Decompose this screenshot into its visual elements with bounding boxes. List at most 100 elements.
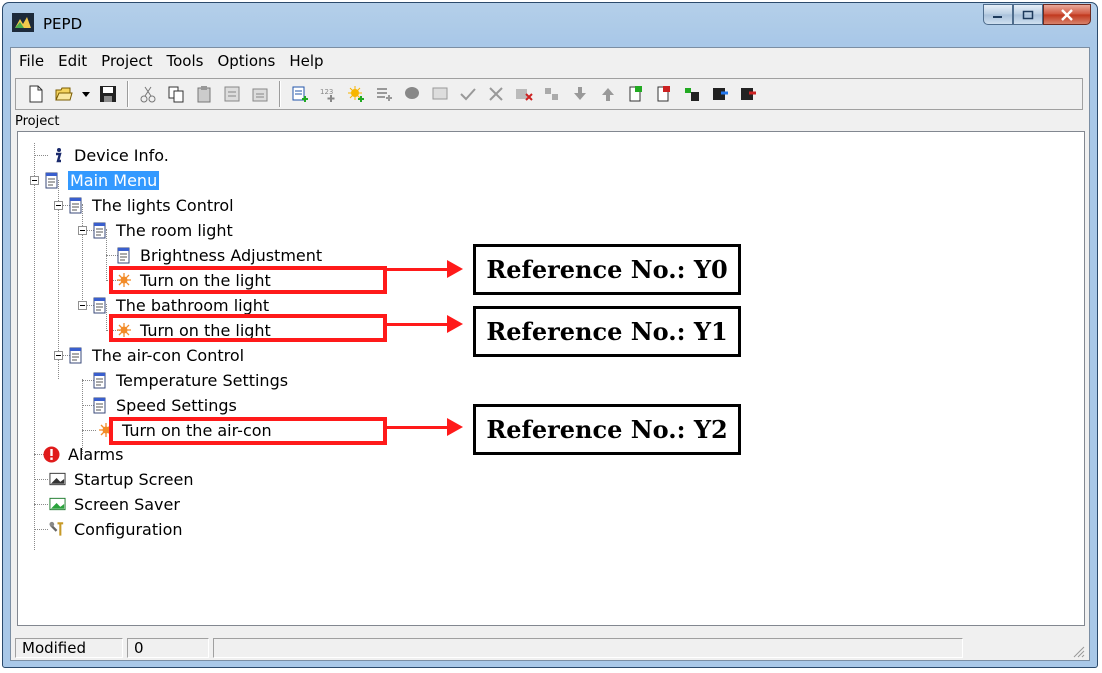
tree-item-alarms[interactable]: Alarms — [43, 443, 123, 465]
tree-item-label: Startup Screen — [74, 469, 194, 489]
startup-screen-icon — [49, 471, 66, 488]
status-value: 0 — [127, 638, 209, 658]
tree-item-label: Device Info. — [74, 145, 169, 165]
arrow-y1 — [387, 315, 463, 333]
open-dropdown[interactable] — [80, 82, 92, 106]
reference-label-y2: Reference No.: Y2 — [473, 404, 741, 455]
copy-button[interactable] — [164, 82, 188, 106]
menu-page-icon — [91, 222, 108, 239]
toolbar: 123 — [15, 78, 1083, 110]
tree-item-room-light[interactable]: The room light — [91, 219, 233, 241]
app-icon — [12, 13, 34, 32]
arrow-down-icon — [574, 87, 586, 100]
menu-page-icon — [91, 297, 108, 314]
tree-item-speed-settings[interactable]: Speed Settings — [91, 394, 237, 416]
tree-connector — [34, 479, 48, 480]
export-button[interactable] — [624, 82, 648, 106]
menu-help[interactable]: Help — [282, 48, 330, 74]
move-icon — [545, 88, 558, 100]
add-menu-button[interactable] — [288, 82, 312, 106]
tools-icon — [49, 521, 66, 538]
read-button[interactable] — [708, 82, 732, 106]
svg-text:123: 123 — [320, 88, 333, 96]
status-state: Modified — [15, 638, 123, 658]
tree-item-label: Screen Saver — [74, 494, 180, 514]
download-icon — [685, 88, 699, 101]
open-button[interactable] — [52, 82, 76, 106]
tree-item-label: Alarms — [68, 444, 124, 464]
add-alarm-button[interactable] — [400, 82, 424, 106]
add-value-button[interactable]: 123 — [316, 82, 340, 106]
tree-item-label: Configuration — [74, 519, 183, 539]
menu-page-icon — [91, 397, 108, 414]
maximize-button[interactable] — [1013, 4, 1043, 25]
move-down-button[interactable] — [568, 82, 592, 106]
save-icon — [100, 86, 116, 102]
move-button[interactable] — [540, 82, 564, 106]
tree-item-screen-saver[interactable]: Screen Saver — [49, 493, 180, 515]
cut-button[interactable] — [136, 82, 160, 106]
close-button[interactable] — [1043, 4, 1091, 25]
resize-grip-icon[interactable] — [1071, 644, 1085, 658]
menu-file[interactable]: File — [11, 48, 51, 74]
project-tree[interactable]: Device Info. Main Menu The lights Contro… — [17, 131, 1085, 626]
move-up-button[interactable] — [596, 82, 620, 106]
tree-item-brightness-adjustment[interactable]: Brightness Adjustment — [115, 244, 322, 266]
arrow-y2 — [387, 418, 463, 436]
menu-page-icon — [67, 197, 84, 214]
window-title: PEPD — [43, 15, 83, 33]
import-button[interactable] — [652, 82, 676, 106]
collapse-toggle-bathroom-light[interactable] — [78, 301, 87, 310]
copy-icon — [168, 86, 184, 103]
collapse-toggle-aircon-control[interactable] — [54, 351, 63, 360]
open-folder-icon — [55, 87, 73, 101]
add-screen-button[interactable] — [428, 82, 452, 106]
tree-item-configuration[interactable]: Configuration — [49, 518, 183, 540]
write-button[interactable] — [736, 82, 760, 106]
delete-icon — [516, 89, 533, 101]
download-button[interactable] — [680, 82, 704, 106]
tree-item-aircon-control[interactable]: The air-con Control — [67, 344, 244, 366]
tree-item-label: Main Menu — [68, 170, 160, 190]
toolbar-separator — [127, 81, 129, 107]
menu-edit[interactable]: Edit — [51, 48, 94, 74]
tree-connector — [34, 529, 48, 530]
collapse-toggle-main-menu[interactable] — [30, 176, 39, 185]
tree-item-bathroom-light[interactable]: The bathroom light — [91, 294, 269, 316]
save-button[interactable] — [96, 82, 120, 106]
minimize-button[interactable] — [983, 4, 1013, 25]
tree-item-label: The room light — [116, 220, 233, 240]
menu-bar: File Edit Project Tools Options Help — [11, 48, 1089, 74]
title-bar[interactable]: PEPD — [3, 3, 1097, 47]
add-list-button[interactable] — [372, 82, 396, 106]
paste-button[interactable] — [192, 82, 216, 106]
add-value-icon: 123 — [320, 88, 335, 102]
collapse-toggle-room-light[interactable] — [78, 226, 87, 235]
tree-item-startup-screen[interactable]: Startup Screen — [49, 468, 193, 490]
tree-item-device-info[interactable]: Device Info. — [49, 144, 169, 166]
screen-icon — [432, 87, 448, 100]
reject-button[interactable] — [484, 82, 508, 106]
export-icon — [629, 86, 642, 102]
add-action-icon — [348, 86, 364, 102]
tree-item-main-menu[interactable]: Main Menu — [43, 169, 160, 191]
paste-node-button[interactable] — [220, 82, 244, 106]
add-action-button[interactable] — [344, 82, 368, 106]
delete-button[interactable] — [512, 82, 536, 106]
maximize-icon — [1022, 10, 1034, 19]
arrow-y0 — [387, 260, 463, 278]
tree-item-temperature-settings[interactable]: Temperature Settings — [91, 369, 288, 391]
tree-item-label: Temperature Settings — [116, 370, 289, 390]
collapse-toggle-lights-control[interactable] — [54, 201, 63, 210]
check-icon — [460, 88, 476, 101]
paste-child-button[interactable] — [248, 82, 272, 106]
menu-tools[interactable]: Tools — [160, 48, 211, 74]
tree-connector — [82, 430, 96, 431]
new-button[interactable] — [24, 82, 48, 106]
accept-button[interactable] — [456, 82, 480, 106]
tree-item-lights-control[interactable]: The lights Control — [67, 194, 234, 216]
menu-page-icon — [43, 172, 60, 189]
highlight-box-y1 — [109, 314, 387, 342]
menu-options[interactable]: Options — [210, 48, 282, 74]
menu-project[interactable]: Project — [94, 48, 159, 74]
